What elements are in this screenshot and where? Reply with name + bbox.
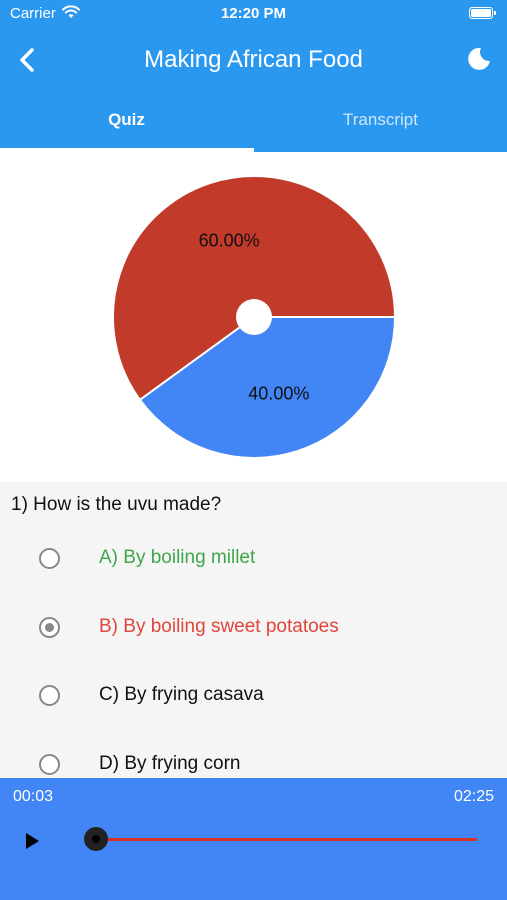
audio-player: 00:03 02:25 <box>0 778 507 900</box>
dark-mode-moon-icon[interactable] <box>463 44 493 74</box>
app-header: Carrier 12:20 PM Making African Food Qui… <box>0 0 507 152</box>
status-bar: Carrier 12:20 PM <box>0 0 507 28</box>
radio-button[interactable] <box>39 685 60 706</box>
current-time: 00:03 <box>13 788 54 805</box>
pie-center-hole <box>236 299 272 335</box>
progress-track[interactable] <box>96 838 477 841</box>
answer-label: C) By frying casava <box>99 684 264 705</box>
radio-button[interactable] <box>39 617 60 638</box>
results-chart-panel: 60.00% 40.00% <box>0 152 507 482</box>
clock: 12:20 PM <box>220 5 287 22</box>
answer-label: B) By boiling sweet potatoes <box>99 616 339 637</box>
seek-handle[interactable] <box>84 827 108 851</box>
answer-option-a[interactable]: A) By boiling millet <box>0 530 507 590</box>
tab-quiz[interactable]: Quiz <box>0 110 253 152</box>
battery-icon <box>469 7 496 19</box>
total-time: 02:25 <box>453 788 494 805</box>
answer-option-b[interactable]: B) By boiling sweet potatoes <box>0 599 507 659</box>
page-title: Making African Food <box>144 46 363 73</box>
pie-label-0: 60.00% <box>199 231 260 251</box>
pie-chart: 60.00% 40.00% <box>112 175 397 459</box>
radio-button[interactable] <box>39 548 60 569</box>
pie-label-1: 40.00% <box>248 383 309 403</box>
answer-option-c[interactable]: C) By frying casava <box>0 667 507 727</box>
answer-label: D) By frying corn <box>99 753 241 774</box>
play-icon[interactable] <box>22 831 42 851</box>
radio-button[interactable] <box>39 754 60 775</box>
answer-label: A) By boiling millet <box>99 547 256 568</box>
tab-transcript[interactable]: Transcript <box>254 110 507 152</box>
question-text: 1) How is the uvu made? <box>11 494 222 515</box>
